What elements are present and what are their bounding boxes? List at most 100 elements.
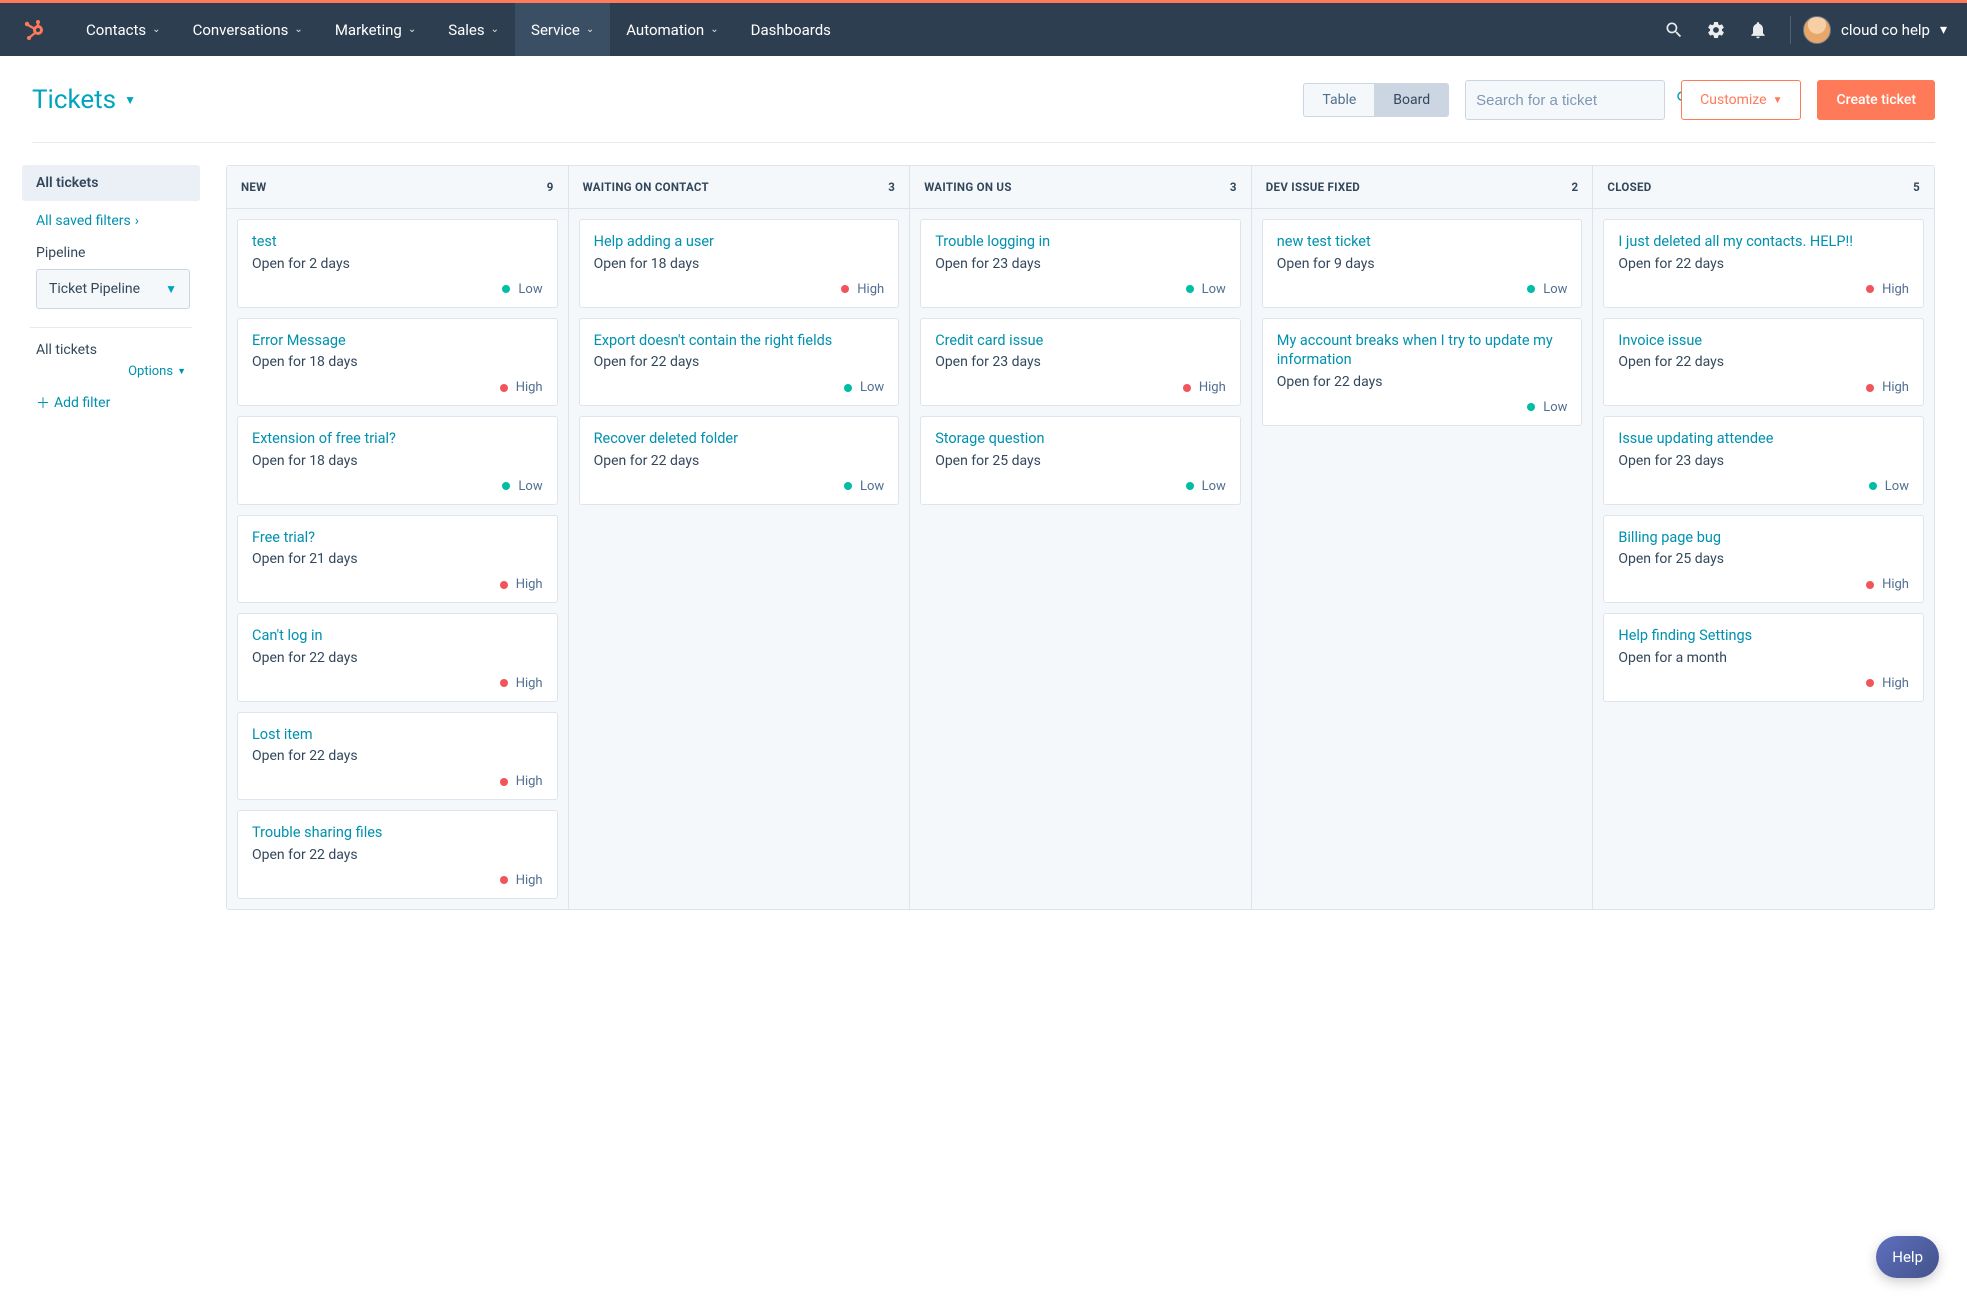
ticket-open-duration: Open for 25 days — [1618, 551, 1909, 567]
priority-label: Low — [518, 479, 542, 494]
caret-down-icon: ▼ — [1773, 95, 1783, 106]
pipeline-select[interactable]: Ticket Pipeline ▼ — [36, 269, 190, 309]
ticket-footer: High — [1618, 282, 1909, 297]
column-header: WAITING ON US3 — [910, 166, 1251, 209]
sidebar-all-tickets[interactable]: All tickets — [22, 165, 200, 201]
ticket-footer: Low — [252, 479, 543, 494]
priority-dot-icon — [500, 679, 508, 687]
ticket-card[interactable]: Invoice issueOpen for 22 daysHigh — [1603, 318, 1924, 407]
ticket-card[interactable]: Billing page bugOpen for 25 daysHigh — [1603, 515, 1924, 604]
ticket-card[interactable]: Storage questionOpen for 25 daysLow — [920, 416, 1241, 505]
board-column: WAITING ON US3Trouble logging inOpen for… — [910, 166, 1252, 909]
ticket-card[interactable]: Error MessageOpen for 18 daysHigh — [237, 318, 558, 407]
view-toggle-table[interactable]: Table — [1304, 84, 1374, 116]
chevron-down-icon: ⌄ — [152, 24, 160, 35]
ticket-card[interactable]: My account breaks when I try to update m… — [1262, 318, 1583, 426]
sidebar-all-saved-filters[interactable]: All saved filters › — [22, 201, 200, 241]
hubspot-logo-icon[interactable] — [20, 17, 46, 43]
create-ticket-button[interactable]: Create ticket — [1817, 80, 1935, 120]
column-header: NEW9 — [227, 166, 568, 209]
ticket-title: Issue updating attendee — [1618, 429, 1909, 449]
nav-item-label: Service — [531, 21, 580, 39]
ticket-card[interactable]: Can't log inOpen for 22 daysHigh — [237, 613, 558, 702]
ticket-card[interactable]: Recover deleted folderOpen for 22 daysLo… — [579, 416, 900, 505]
nav-utility-icons — [1664, 20, 1768, 40]
priority-label: High — [1882, 676, 1909, 691]
priority-label: Low — [860, 479, 884, 494]
ticket-card[interactable]: Export doesn't contain the right fieldsO… — [579, 318, 900, 407]
ticket-card[interactable]: Help adding a userOpen for 18 daysHigh — [579, 219, 900, 308]
priority-dot-icon — [1186, 285, 1194, 293]
ticket-footer: High — [252, 873, 543, 888]
ticket-card[interactable]: Credit card issueOpen for 23 daysHigh — [920, 318, 1241, 407]
priority-label: High — [516, 380, 543, 395]
filters-sidebar: All tickets All saved filters › Pipeline… — [22, 165, 200, 427]
page-title-dropdown[interactable]: Tickets ▼ — [32, 85, 136, 115]
priority-label: High — [1882, 577, 1909, 592]
nav-item-sales[interactable]: Sales⌄ — [432, 3, 515, 56]
pipeline-value: Ticket Pipeline — [49, 281, 140, 297]
ticket-open-duration: Open for 18 days — [252, 354, 543, 370]
view-toggle-board[interactable]: Board — [1374, 84, 1448, 116]
bell-icon[interactable] — [1748, 20, 1768, 40]
account-menu[interactable]: cloud co help ▾ — [1803, 16, 1947, 44]
add-filter-button[interactable]: ＋ Add filter — [22, 379, 200, 427]
priority-dot-icon — [502, 482, 510, 490]
ticket-title: Storage question — [935, 429, 1226, 449]
ticket-open-duration: Open for 22 days — [1277, 374, 1568, 390]
ticket-card[interactable]: Trouble logging inOpen for 23 daysLow — [920, 219, 1241, 308]
kanban-board: NEW9testOpen for 2 daysLowError MessageO… — [226, 165, 1935, 910]
customize-button[interactable]: Customize ▼ — [1681, 80, 1801, 120]
priority-dot-icon — [844, 384, 852, 392]
ticket-card[interactable]: Help finding SettingsOpen for a monthHig… — [1603, 613, 1924, 702]
help-fab[interactable]: Help — [1876, 1236, 1939, 1278]
board-scroll[interactable]: NEW9testOpen for 2 daysLowError MessageO… — [226, 165, 1935, 910]
ticket-card[interactable]: new test ticket Open for 9 days Low — [1262, 219, 1583, 308]
priority-dot-icon — [1866, 384, 1874, 392]
ticket-open-duration: Open for 23 days — [935, 256, 1226, 272]
ticket-card[interactable]: Free trial?Open for 21 daysHigh — [237, 515, 558, 604]
ticket-open-duration: Open for 22 days — [1618, 256, 1909, 272]
ticket-card[interactable]: Trouble sharing filesOpen for 22 daysHig… — [237, 810, 558, 899]
search-input[interactable] — [1476, 92, 1675, 109]
options-dropdown[interactable]: Options ▼ — [128, 364, 186, 379]
priority-label: High — [516, 676, 543, 691]
column-count: 3 — [888, 180, 895, 194]
priority-label: Low — [1202, 479, 1226, 494]
board-column: NEW9testOpen for 2 daysLowError MessageO… — [227, 166, 569, 909]
gear-icon[interactable] — [1706, 20, 1726, 40]
ticket-card[interactable]: Issue updating attendeeOpen for 23 daysL… — [1603, 416, 1924, 505]
ticket-open-duration: Open for 23 days — [935, 354, 1226, 370]
nav-item-service[interactable]: Service⌄ — [515, 3, 610, 56]
ticket-open-duration: Open for 22 days — [252, 748, 543, 764]
ticket-card[interactable]: testOpen for 2 daysLow — [237, 219, 558, 308]
ticket-title: new test ticket — [1277, 232, 1568, 252]
ticket-title: test — [252, 232, 543, 252]
nav-separator — [1790, 16, 1791, 44]
ticket-footer: Low — [935, 282, 1226, 297]
ticket-title: My account breaks when I try to update m… — [1277, 331, 1568, 370]
column-count: 5 — [1913, 180, 1920, 194]
chevron-down-icon: ▾ — [1940, 22, 1947, 38]
priority-dot-icon — [1527, 403, 1535, 411]
nav-item-label: Conversations — [193, 21, 289, 39]
column-body: I just deleted all my contacts. HELP!!Op… — [1593, 209, 1934, 712]
priority-dot-icon — [1866, 581, 1874, 589]
ticket-open-duration: Open for a month — [1618, 650, 1909, 666]
nav-item-automation[interactable]: Automation⌄ — [610, 3, 734, 56]
priority-label: Low — [1543, 400, 1567, 415]
nav-item-conversations[interactable]: Conversations⌄ — [177, 3, 319, 56]
nav-item-dashboards[interactable]: Dashboards — [735, 3, 847, 56]
ticket-card[interactable]: Lost itemOpen for 22 daysHigh — [237, 712, 558, 801]
ticket-card[interactable]: I just deleted all my contacts. HELP!!Op… — [1603, 219, 1924, 308]
priority-dot-icon — [500, 384, 508, 392]
nav-item-contacts[interactable]: Contacts⌄ — [70, 3, 177, 56]
search-icon[interactable] — [1664, 20, 1684, 40]
nav-item-marketing[interactable]: Marketing⌄ — [319, 3, 432, 56]
ticket-card[interactable]: Extension of free trial?Open for 18 days… — [237, 416, 558, 505]
priority-label: High — [516, 774, 543, 789]
ticket-footer: Low — [594, 380, 885, 395]
priority-label: Low — [1543, 282, 1567, 297]
ticket-open-duration: Open for 9 days — [1277, 256, 1568, 272]
column-header: CLOSED5 — [1593, 166, 1934, 209]
